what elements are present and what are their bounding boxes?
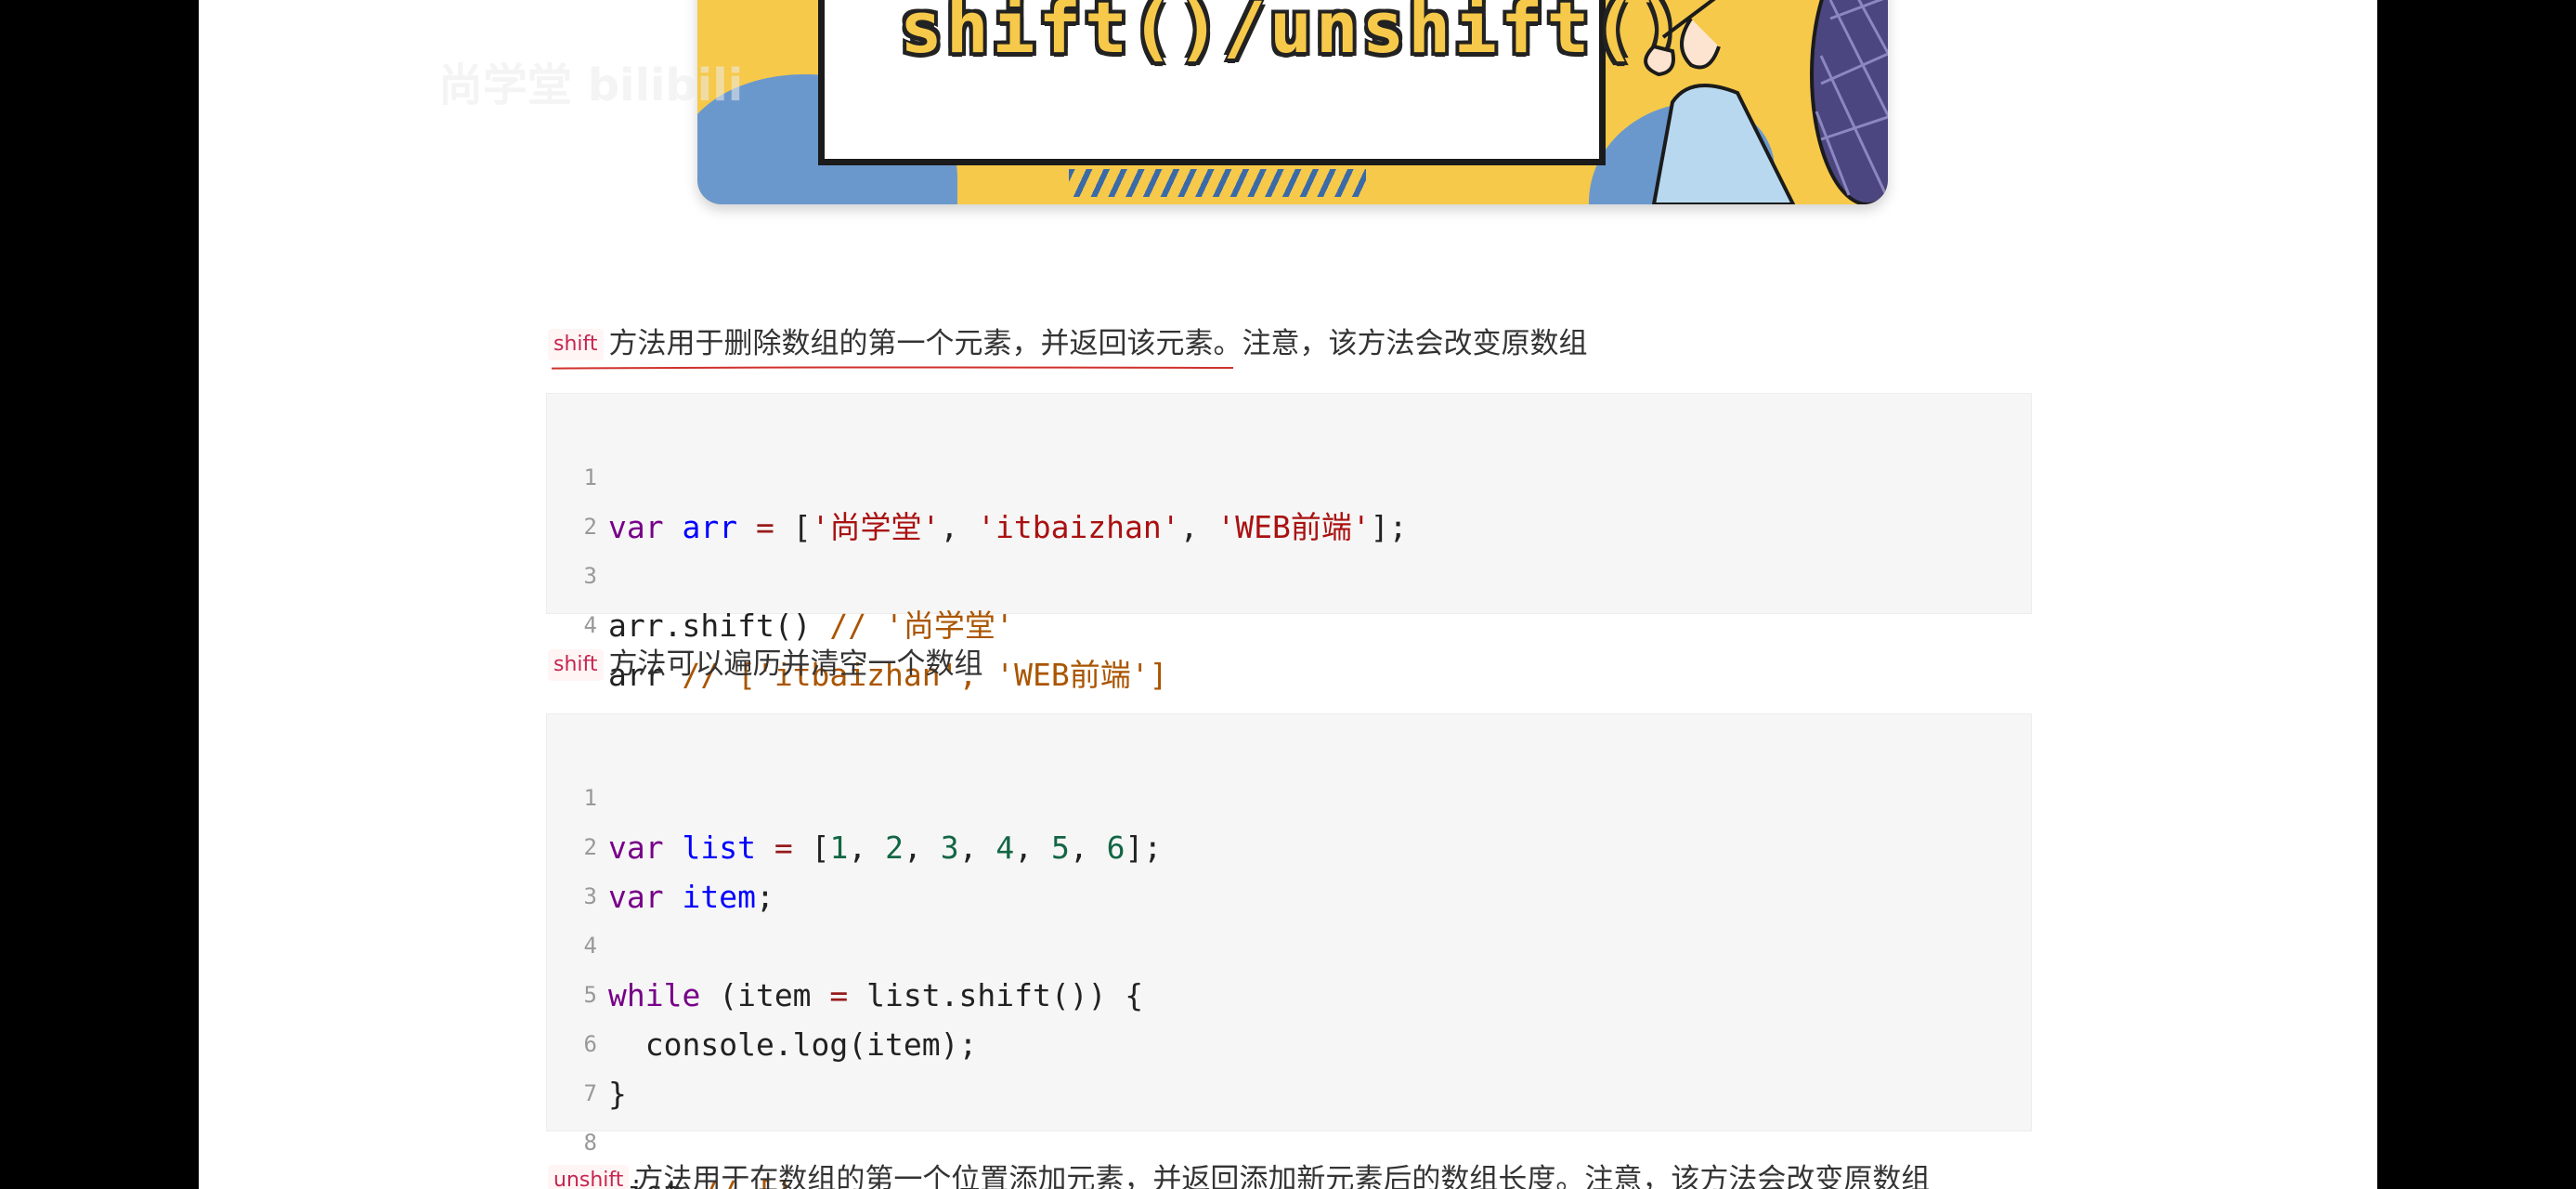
inline-code-tag: shift [548, 329, 604, 360]
code-line: 4 while (item = list.shift()) { [547, 870, 1144, 1013]
code-line: 2 var item; [547, 772, 774, 915]
code-block-shift-example: 1 var arr = ['尚学堂', 'itbaizhan', 'WEB前端'… [546, 393, 2032, 693]
code-text: while (item = list.shift()) { [608, 977, 1144, 1013]
code-text: var arr = ['尚学堂', 'itbaizhan', 'WEB前端']; [608, 509, 1408, 545]
code-line: 8 list // [] [547, 1067, 793, 1189]
line-number: 4 [583, 612, 597, 638]
code-line: 3 arr.shift() // '尚学堂' [547, 501, 1014, 644]
video-watermark: 尚学堂 bilibili [438, 59, 744, 111]
paragraph-text: 方法用于删除数组的第一个元素，并返回该元素。注意，该方法会改变原数组 [608, 327, 1588, 360]
code-line: 4 arr // ['itbaizhan', 'WEB前端'] [547, 550, 1168, 693]
code-text: var item; [608, 879, 774, 915]
document-page: shift()/unshift() 尚学堂 bilibili shift 方法用于… [199, 0, 2377, 1189]
paragraph-text: 方法用于在数组的第一个位置添加元素，并返回添加新元素后的数组长度。注意，该方法会… [634, 1163, 1931, 1189]
paragraph-text: 方法可以遍历并清空一个数组 [608, 647, 983, 681]
inline-code-tag: unshift [548, 1165, 630, 1189]
handwritten-underline [551, 366, 1234, 370]
code-line: 7 [547, 1018, 601, 1106]
banner-image: shift()/unshift() [697, 0, 1888, 204]
banner-stripes [1069, 169, 1366, 197]
code-line: 3 [547, 821, 601, 909]
section-shift-description: shift 方法用于删除数组的第一个元素，并返回该元素。注意，该方法会改变原数组 [548, 325, 1588, 362]
line-number: 8 [583, 1130, 597, 1156]
section-shift-loop-description: shift 方法可以遍历并清空一个数组 [548, 646, 983, 683]
code-line: 1 var list = [1, 2, 3, 4, 5, 6]; [547, 723, 1163, 866]
code-line: 5 console.log(item); [547, 920, 978, 1063]
section-unshift-description: unshift 方法用于在数组的第一个位置添加元素，并返回添加新元素后的数组长度。… [548, 1161, 1930, 1189]
code-line: 1 var arr = ['尚学堂', 'itbaizhan', 'WEB前端'… [547, 402, 1408, 545]
code-line: 2 [547, 451, 601, 540]
code-text: } [608, 1076, 627, 1112]
code-text: var list = [1, 2, 3, 4, 5, 6]; [608, 830, 1163, 866]
inline-code-tag: shift [548, 649, 604, 681]
cartoon-character-illustration [1644, 0, 1888, 204]
code-line: 6 } [547, 969, 627, 1112]
code-block-shift-loop: 1 var list = [1, 2, 3, 4, 5, 6]; 2 var i… [546, 713, 2032, 1189]
code-text: console.log(item); [608, 1026, 978, 1063]
code-text: arr.shift() // '尚学堂' [608, 608, 1014, 644]
